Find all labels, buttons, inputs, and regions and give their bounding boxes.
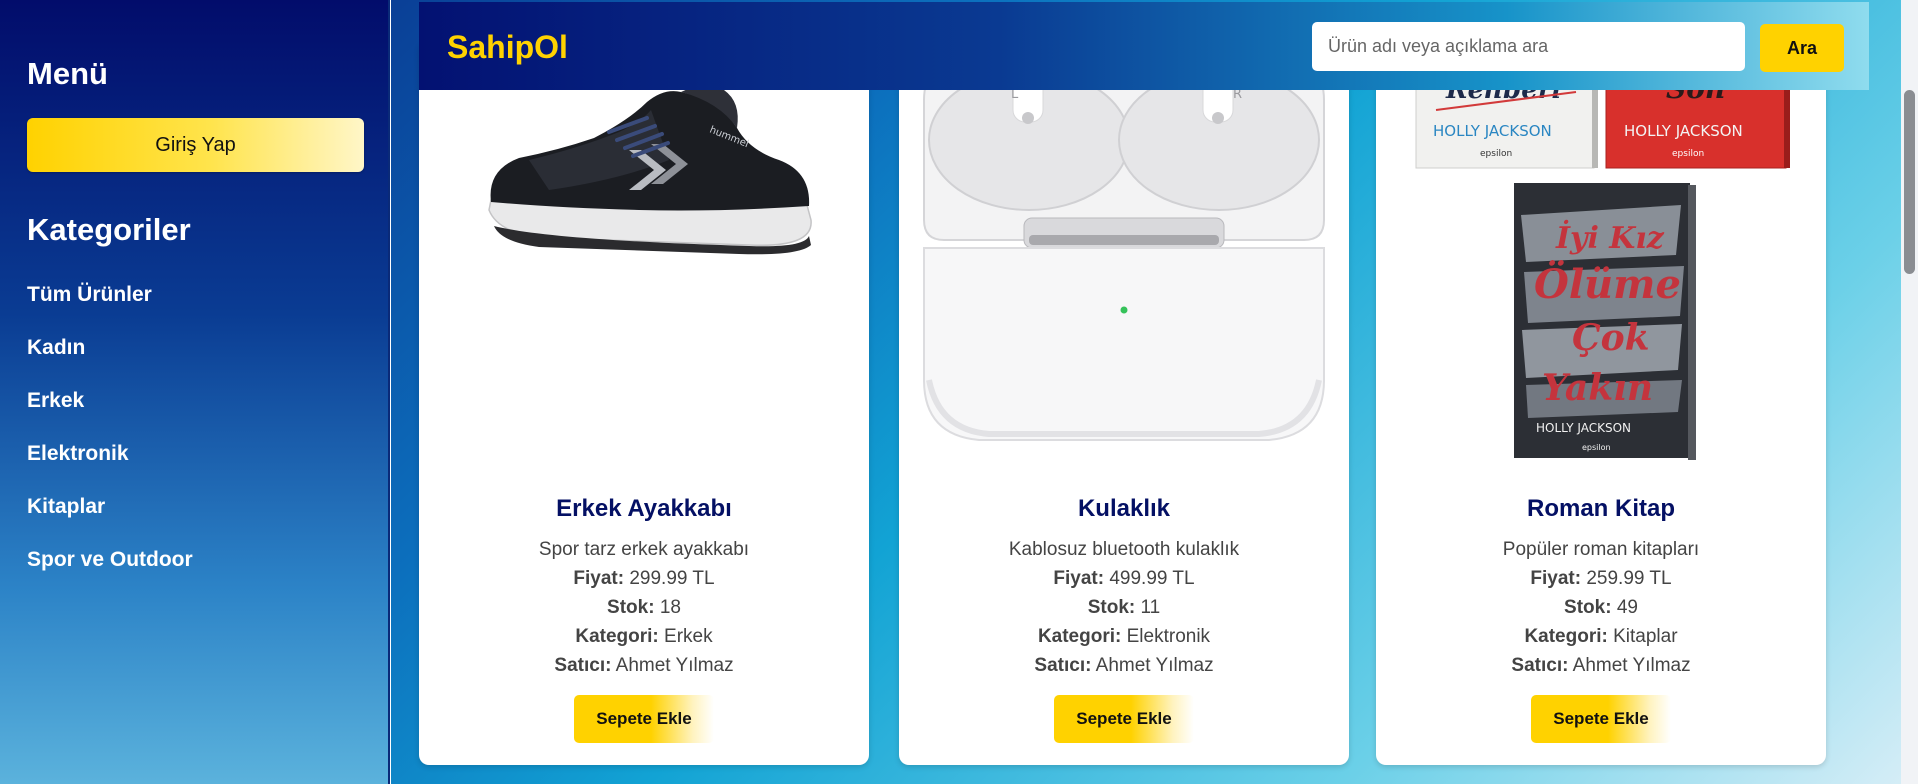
category-electronics[interactable]: Elektronik — [27, 441, 193, 494]
category-label: Kategori: — [575, 626, 659, 647]
category-value: Erkek — [664, 626, 713, 647]
seller-label: Satıcı: — [1511, 655, 1569, 676]
product-name[interactable]: Erkek Ayakkabı — [419, 495, 869, 523]
sidebar: Menü Giriş Yap Kategoriler Tüm Ürünler K… — [0, 0, 390, 784]
category-books[interactable]: Kitaplar — [27, 494, 193, 547]
product-name[interactable]: Kulaklık — [899, 495, 1349, 523]
category-value: Elektronik — [1126, 626, 1211, 647]
product-card: L R Kulaklık Kablosuz bluetooth kulaklık… — [899, 40, 1349, 765]
product-image: Rehberi HOLLY JACKSON epsilon Son HOLLY … — [1376, 40, 1826, 470]
svg-text:epsilon: epsilon — [1582, 443, 1611, 452]
seller-value: Ahmet Yılmaz — [1095, 655, 1214, 676]
seller-row: Satıcı: Ahmet Yılmaz — [1376, 651, 1826, 680]
stock-value: 18 — [659, 597, 681, 618]
product-details: Popüler roman kitapları Fiyat: 259.99 TL… — [1376, 535, 1826, 680]
svg-text:Ölüme: Ölüme — [1534, 261, 1681, 308]
product-description: Popüler roman kitapları — [1502, 539, 1700, 560]
seller-label: Satıcı: — [554, 655, 612, 676]
price-label: Fiyat: — [1530, 568, 1582, 589]
seller-value: Ahmet Yılmaz — [615, 655, 734, 676]
category-sports-outdoor[interactable]: Spor ve Outdoor — [27, 547, 193, 600]
price-label: Fiyat: — [573, 568, 625, 589]
price-value: 259.99 TL — [1586, 568, 1672, 589]
add-to-cart-button[interactable]: Sepete Ekle — [574, 695, 714, 743]
earbuds-case-image: L R — [923, 54, 1325, 441]
category-row: Kategori: Elektronik — [899, 622, 1349, 651]
brand-logo[interactable]: SahipOl — [447, 29, 568, 66]
svg-text:İyi Kız: İyi Kız — [1555, 219, 1665, 256]
svg-text:HOLLY JACKSON: HOLLY JACKSON — [1624, 122, 1743, 140]
product-image: L R — [899, 40, 1349, 470]
category-row: Kategori: Erkek — [419, 622, 869, 651]
price-row: Fiyat: 299.99 TL — [419, 564, 869, 593]
menu-title: Menü — [27, 56, 108, 91]
product-card: hummel Erkek Ayakkabı Spor tarz erkek ay… — [419, 40, 869, 765]
books-image: Rehberi HOLLY JACKSON epsilon Son HOLLY … — [1415, 40, 1790, 460]
top-header: SahipOl Ara — [419, 2, 1869, 90]
seller-row: Satıcı: Ahmet Yılmaz — [419, 651, 869, 680]
price-value: 299.99 TL — [629, 568, 715, 589]
stock-row: Stok: 11 — [899, 593, 1349, 622]
seller-row: Satıcı: Ahmet Yılmaz — [899, 651, 1349, 680]
product-details: Kablosuz bluetooth kulaklık Fiyat: 499.9… — [899, 535, 1349, 680]
svg-text:epsilon: epsilon — [1480, 149, 1512, 159]
product-details: Spor tarz erkek ayakkabı Fiyat: 299.99 T… — [419, 535, 869, 680]
price-label: Fiyat: — [1053, 568, 1105, 589]
page-scrollbar[interactable] — [1901, 0, 1918, 784]
stock-value: 49 — [1616, 597, 1638, 618]
svg-text:HOLLY JACKSON: HOLLY JACKSON — [1433, 122, 1552, 140]
stock-label: Stok: — [1087, 597, 1136, 618]
login-button[interactable]: Giriş Yap — [27, 118, 364, 172]
product-image: hummel — [419, 40, 869, 470]
svg-text:Çok: Çok — [1572, 317, 1650, 359]
category-women[interactable]: Kadın — [27, 335, 193, 388]
category-label: Kategori: — [1037, 626, 1122, 647]
category-row: Kategori: Kitaplar — [1376, 622, 1826, 651]
search-button[interactable]: Ara — [1760, 24, 1844, 72]
category-value: Kitaplar — [1613, 626, 1678, 647]
product-name[interactable]: Roman Kitap — [1376, 495, 1826, 523]
category-list: Tüm Ürünler Kadın Erkek Elektronik Kitap… — [27, 282, 193, 600]
sneaker-image: hummel — [488, 85, 812, 255]
categories-title: Kategoriler — [27, 212, 191, 247]
search-input[interactable] — [1312, 22, 1745, 71]
add-to-cart-button[interactable]: Sepete Ekle — [1531, 695, 1671, 743]
seller-label: Satıcı: — [1034, 655, 1092, 676]
stock-value: 11 — [1140, 597, 1161, 618]
price-row: Fiyat: 259.99 TL — [1376, 564, 1826, 593]
category-all-products[interactable]: Tüm Ürünler — [27, 282, 193, 335]
price-row: Fiyat: 499.99 TL — [899, 564, 1349, 593]
price-value: 499.99 TL — [1109, 568, 1195, 589]
seller-value: Ahmet Yılmaz — [1572, 655, 1691, 676]
svg-text:Yakın: Yakın — [1542, 367, 1653, 409]
category-label: Kategori: — [1524, 626, 1608, 647]
stock-row: Stok: 18 — [419, 593, 869, 622]
scrollbar-thumb[interactable] — [1904, 90, 1915, 274]
main-content: SahipOl Ara hummel — [391, 0, 1918, 784]
svg-text:HOLLY JACKSON: HOLLY JACKSON — [1536, 421, 1631, 435]
stock-row: Stok: 49 — [1376, 593, 1826, 622]
category-men[interactable]: Erkek — [27, 388, 193, 441]
svg-text:epsilon: epsilon — [1672, 149, 1704, 159]
product-card: Rehberi HOLLY JACKSON epsilon Son HOLLY … — [1376, 40, 1826, 765]
add-to-cart-button[interactable]: Sepete Ekle — [1054, 695, 1194, 743]
product-description: Kablosuz bluetooth kulaklık — [1008, 539, 1240, 560]
stock-label: Stok: — [1564, 597, 1612, 618]
product-description: Spor tarz erkek ayakkabı — [538, 539, 750, 560]
stock-label: Stok: — [607, 597, 655, 618]
